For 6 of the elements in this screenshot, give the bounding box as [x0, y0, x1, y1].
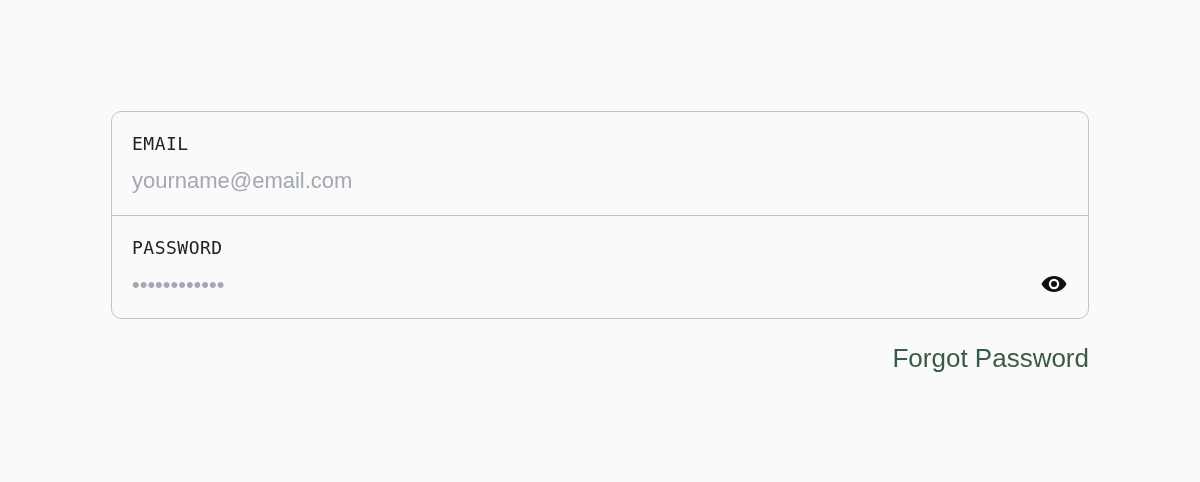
password-field[interactable]: ••••••••••••: [132, 269, 1040, 299]
field-label: EMAIL: [132, 132, 190, 156]
eye-icon[interactable]: [1040, 274, 1068, 294]
email-field[interactable]: yourname@email.com: [132, 165, 1068, 195]
field-label: PASSWORD: [132, 236, 224, 260]
forgot-password-link[interactable]: Forgot Password: [892, 339, 1089, 378]
